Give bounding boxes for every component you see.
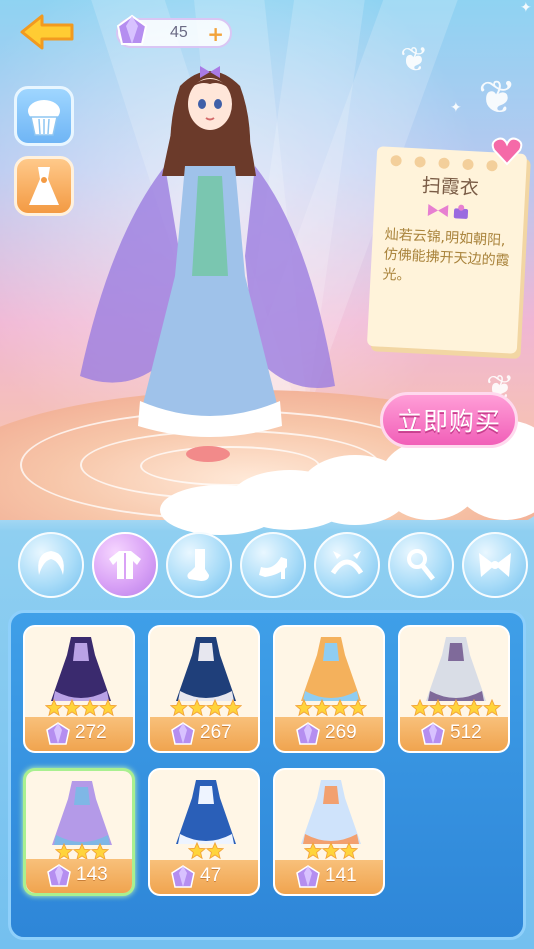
gem-icon [116, 14, 148, 45]
back-arrow-icon [20, 14, 74, 50]
star-icon [98, 698, 118, 717]
star-icon [410, 698, 430, 717]
dessert-shop-button[interactable] [14, 86, 74, 146]
outfit-item-blue-uniform[interactable]: 267 [148, 625, 260, 753]
star-icon [446, 698, 466, 717]
price-bar: 141 [275, 860, 383, 894]
hair-icon [38, 551, 64, 575]
star-icon [312, 698, 332, 717]
star-icon [205, 841, 225, 860]
tab-socks[interactable] [166, 532, 232, 598]
gem-count: 45 [170, 24, 188, 41]
outfit-art [426, 637, 486, 701]
item-price: 269 [325, 722, 357, 743]
item-price: 512 [450, 722, 482, 743]
high-heel-icon [259, 557, 287, 579]
gem-icon [296, 722, 320, 745]
buy-now-button[interactable]: 立即购买 [380, 392, 518, 448]
gem-balance: 45 + [116, 14, 232, 48]
outfit-item-sailor-dress[interactable]: 141 [273, 768, 385, 896]
wand-icon [407, 549, 435, 581]
star-icon [294, 698, 314, 717]
star-icon [44, 698, 64, 717]
sparkle-icon: ✦ [520, 0, 532, 16]
bow-icon [479, 553, 511, 577]
item-price: 143 [76, 864, 108, 885]
gem-icon [296, 865, 320, 888]
outfit-item-orange-fairy-dress[interactable]: 269 [273, 625, 385, 753]
star-icon [348, 698, 368, 717]
outfit-art [52, 781, 112, 845]
star-icon [482, 698, 502, 717]
gem-icon [47, 864, 71, 887]
price-bar: 143 [26, 859, 132, 893]
headband-icon [330, 551, 364, 575]
star-icon [303, 841, 323, 860]
price-bar: 512 [400, 717, 508, 751]
outfit-art [301, 780, 361, 844]
category-tabs [0, 526, 534, 606]
add-gems-button[interactable]: + [207, 22, 224, 46]
star-icon [187, 698, 207, 717]
star-icon [223, 698, 243, 717]
item-price: 267 [200, 722, 232, 743]
star-icon [321, 841, 341, 860]
item-title: 扫霞衣 [421, 174, 480, 200]
gem-icon [421, 722, 445, 745]
outfit-item-white-feather-robe[interactable]: 512 [398, 625, 510, 753]
butterfly-icon: ❦ [478, 70, 517, 124]
star-icon [330, 698, 350, 717]
gem-icon [171, 865, 195, 888]
tab-shoes[interactable] [240, 532, 306, 598]
butterfly-icon: ❦ [400, 40, 429, 80]
item-description-card: 扫霞衣 灿若云锦,明如朝阳,仿佛能拂开天边的霞光。 [366, 146, 528, 354]
item-description: 灿若云锦,明如朝阳,仿佛能拂开天边的霞光。 [382, 226, 510, 285]
tab-accessory[interactable] [388, 532, 454, 598]
price-bar: 47 [150, 860, 258, 894]
star-icon [62, 698, 82, 717]
wardrobe-button[interactable] [14, 156, 74, 216]
star-icon [187, 841, 207, 860]
item-price: 47 [200, 865, 222, 886]
outfit-art [176, 637, 236, 701]
item-grid-panel: 272 267 269 512 143 47 141 [8, 610, 526, 940]
bow-cake-decoration [373, 198, 524, 228]
jacket-icon [109, 551, 141, 579]
price-bar: 267 [150, 717, 258, 751]
sock-icon [187, 549, 209, 581]
outfit-art [301, 637, 361, 701]
tab-headwear[interactable] [314, 532, 380, 598]
price-bar: 269 [275, 717, 383, 751]
gem-icon [46, 722, 70, 745]
star-icon [464, 698, 484, 717]
star-icon [205, 698, 225, 717]
outfit-item-dark-purple-dress[interactable]: 272 [23, 625, 135, 753]
item-price: 272 [75, 722, 107, 743]
price-bar: 272 [25, 717, 133, 751]
heart-pin-icon [491, 137, 523, 166]
star-icon [428, 698, 448, 717]
item-price: 141 [325, 865, 357, 886]
cupcake-icon [28, 100, 60, 136]
tab-wings[interactable] [462, 532, 528, 598]
back-button[interactable] [18, 12, 76, 52]
star-icon [169, 698, 189, 717]
outfit-art [51, 637, 111, 701]
star-icon [80, 698, 100, 717]
star-icon [339, 841, 359, 860]
tab-clothes[interactable] [92, 532, 158, 598]
character-avatar [80, 66, 335, 462]
gem-icon [171, 722, 195, 745]
dress-icon [29, 167, 59, 205]
outfit-item-blue-white-set[interactable]: 47 [148, 768, 260, 896]
outfit-item-lavender-hanfu[interactable]: 143 [23, 768, 135, 896]
outfit-art [176, 780, 236, 844]
tab-hair[interactable] [18, 532, 84, 598]
sparkle-icon: ✦ [450, 100, 462, 116]
